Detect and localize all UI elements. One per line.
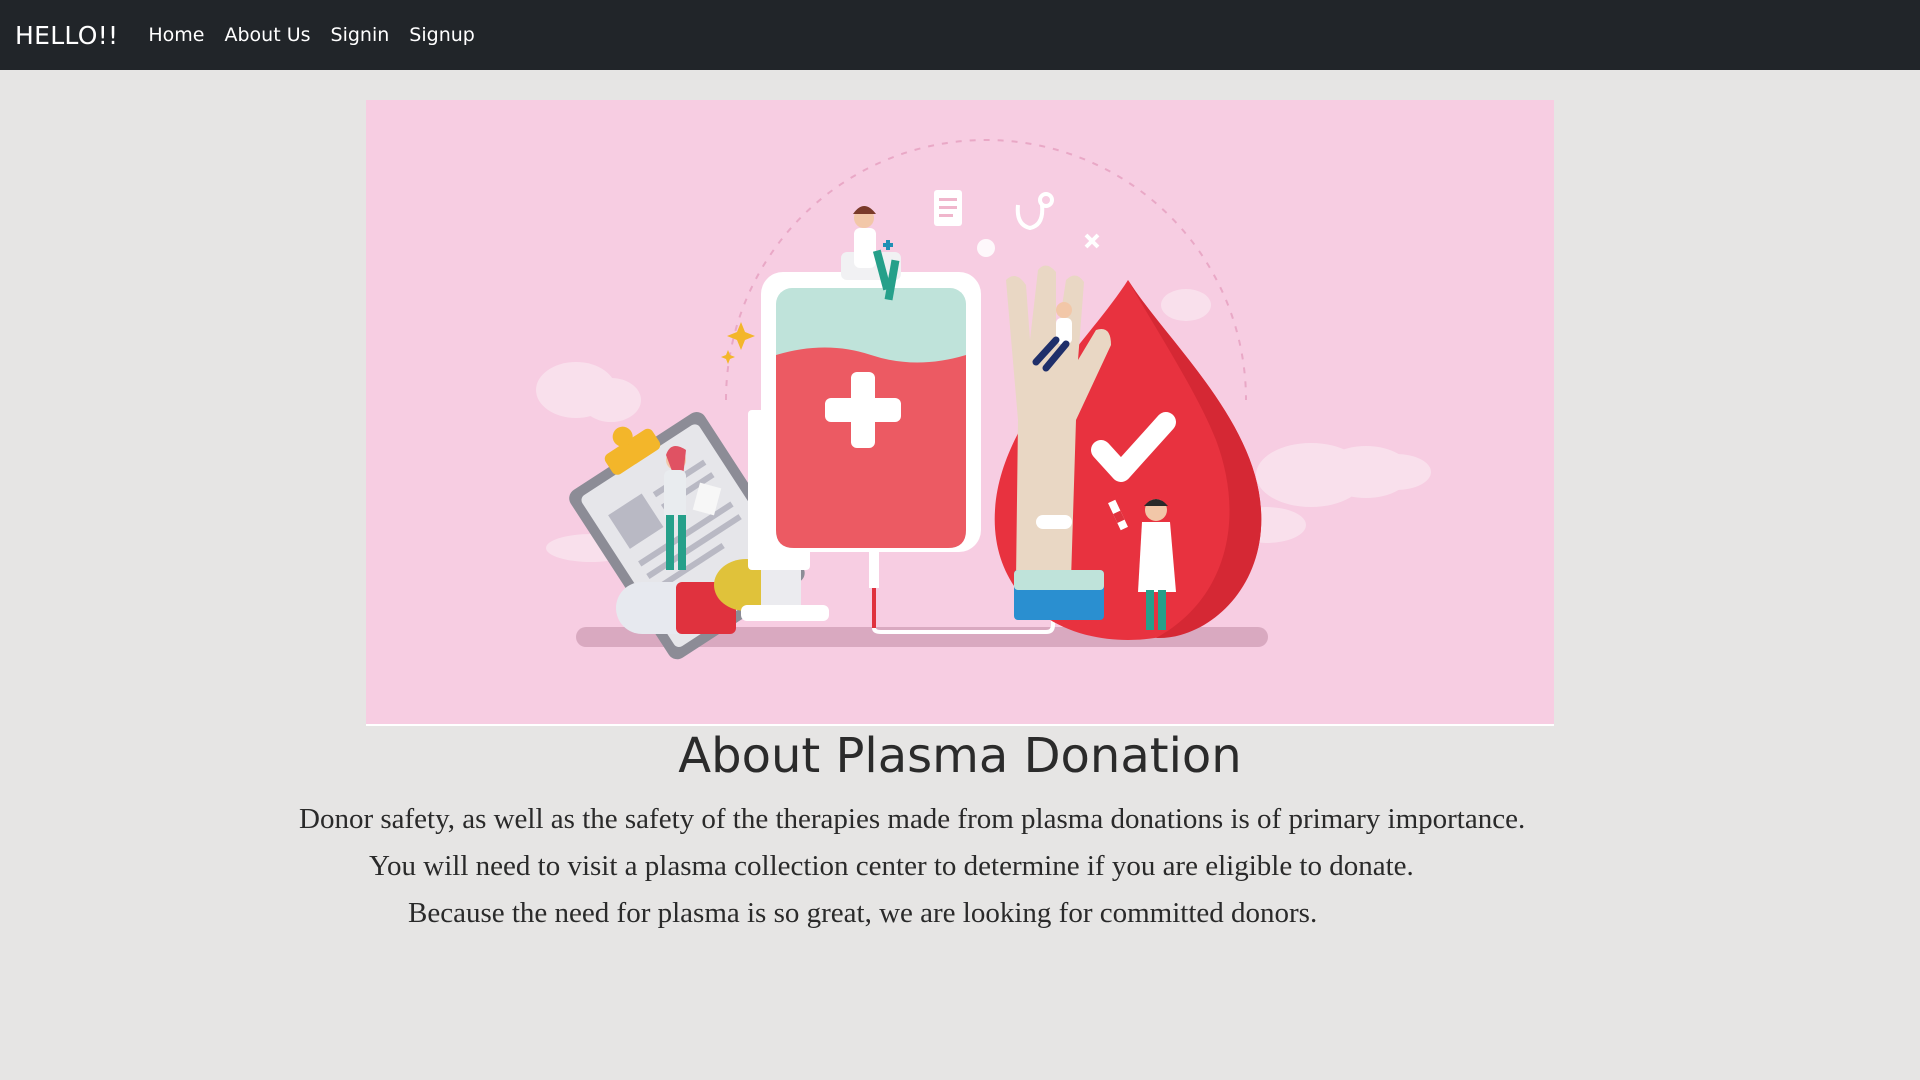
nav-link-signup[interactable]: Signup — [409, 24, 475, 46]
sparkle-icon — [721, 322, 755, 364]
nav-link-home[interactable]: Home — [148, 24, 204, 46]
top-navbar: HELLO!! Home About Us Signin Signup — [0, 0, 1920, 70]
close-icon — [1084, 233, 1100, 249]
plasma-donation-illustration — [536, 139, 1431, 660]
stethoscope-icon — [1015, 192, 1054, 231]
hero-image — [366, 100, 1554, 724]
paragraph-line-1: Donor safety, as well as the safety of t… — [299, 803, 1526, 835]
paragraph-line-2: You will need to visit a plasma collecti… — [369, 850, 1414, 882]
document-icon — [934, 190, 962, 226]
page-title: About Plasma Donation — [678, 728, 1242, 784]
nav-link-signin[interactable]: Signin — [331, 24, 390, 46]
brand-logo[interactable]: HELLO!! — [15, 21, 118, 50]
paragraph-line-3: Because the need for plasma is so great,… — [408, 897, 1318, 929]
badge-icon — [977, 239, 995, 257]
nav-links: Home About Us Signin Signup — [148, 24, 494, 46]
nav-link-about-us[interactable]: About Us — [225, 24, 311, 46]
